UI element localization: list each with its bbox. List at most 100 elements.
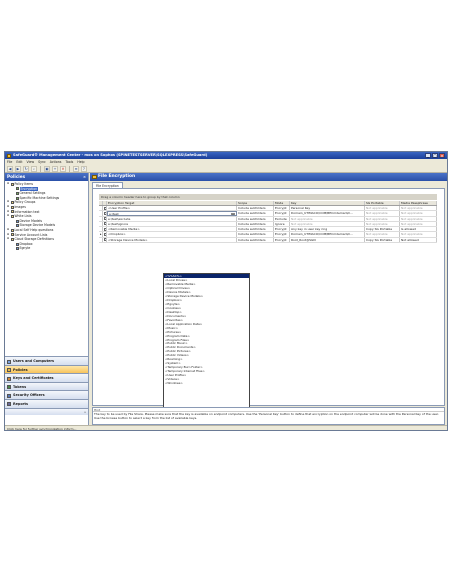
title-bar: SafeGuard® Management Center - mos on So… (5, 152, 447, 159)
left-panel-header: Policies × (5, 173, 88, 181)
cell-key[interactable]: Domain_UTIMACO\COM\BECmdeman\D... (290, 211, 365, 216)
cell-scope[interactable]: Include subfolders (237, 221, 274, 227)
cell-mode[interactable]: Exclude (274, 216, 290, 221)
add-icon[interactable]: + (52, 166, 58, 172)
cell-key[interactable]: Any key in user key ring (290, 227, 365, 232)
cell-key[interactable]: Domain_UTIMACO\COM\BECmdeman\D... (290, 232, 365, 237)
column-header[interactable]: Scope (237, 201, 274, 205)
cell-sg-portable[interactable]: Not applicable (365, 221, 400, 227)
cell-media-passphrase[interactable]: Not applicable (400, 221, 437, 227)
cell-scope[interactable]: Include subfolders (237, 206, 274, 211)
column-header[interactable]: Mode (274, 201, 290, 205)
cell-scope-text: Include subfolders (238, 237, 266, 242)
cell-scope-text: Include subfolders (238, 232, 266, 237)
column-header[interactable]: Key (290, 201, 365, 205)
cell-sg-portable[interactable]: Not applicable (365, 206, 400, 211)
content-panel: File Encryption File Encryption Drag a c… (90, 173, 447, 427)
device-icon (15, 219, 19, 223)
cell-key-text: Not applicable (291, 221, 313, 226)
cell-sg-portable-text: Not applicable (366, 211, 388, 216)
minimize-button[interactable]: _ (425, 153, 431, 158)
cell-media-passphrase[interactable]: Not applicable (400, 206, 437, 211)
encryption-target-text: e:\test (109, 212, 119, 216)
cell-media-passphrase[interactable]: Not applicable (400, 216, 437, 221)
cell-scope[interactable]: Include subfolders (237, 211, 274, 216)
cell-key[interactable]: Not applicable (290, 216, 365, 221)
nav-section-reports[interactable]: Reports (5, 398, 88, 408)
chevron-down-icon[interactable]: » (84, 409, 86, 415)
close-button[interactable]: × (439, 153, 445, 158)
maximize-button[interactable]: □ (432, 153, 438, 158)
folder-icon (10, 182, 14, 186)
cell-mode[interactable]: Encrypt (274, 227, 290, 232)
cell-encryption-target[interactable]: e:\test ▼ (107, 211, 237, 216)
cell-sg-portable-text: Copy SG Portable (366, 227, 393, 232)
hint-text: The key to be used by File Share. Please… (94, 412, 439, 420)
cell-sg-portable[interactable]: Not applicable (365, 232, 400, 237)
cell-media-passphrase[interactable]: Not allowed (400, 237, 437, 243)
back-icon[interactable]: ◀ (7, 166, 13, 172)
cell-scope[interactable]: Include subfolders (237, 232, 274, 237)
refresh-icon[interactable]: ↻ (23, 166, 29, 172)
cell-key[interactable]: Not applicable (290, 221, 365, 227)
hint-panel: Hint The key to be used by File Share. P… (92, 407, 445, 425)
cell-scope-text: Include subfolders (238, 206, 266, 210)
cell-media-passphrase[interactable]: Is allowed (400, 227, 437, 232)
cell-encryption-target[interactable]: <Dropbox> (107, 232, 237, 237)
nav-section-policies[interactable]: Policies (5, 364, 88, 374)
nav-section-label: Keys and Certificates (13, 376, 54, 381)
column-header[interactable]: SG Portable (365, 201, 400, 205)
tree-item[interactable]: Egnyte (5, 246, 88, 251)
properties-icon[interactable]: ≡ (73, 166, 79, 172)
cell-encryption-target[interactable]: e:\test\ignore (107, 221, 237, 227)
cell-media-passphrase[interactable]: Not applicable (400, 211, 437, 216)
nav-section-tokens[interactable]: Tokens (5, 381, 88, 391)
help-icon[interactable]: ? (81, 166, 87, 172)
cell-encryption-target[interactable]: <User Profile> (107, 206, 237, 211)
cell-mode[interactable]: Encrypt (274, 237, 290, 243)
dropdown-option[interactable]: <Windows> (164, 381, 249, 385)
cell-scope[interactable]: Include subfolders (237, 237, 274, 243)
delete-icon[interactable]: ✕ (60, 166, 66, 172)
save-icon[interactable]: ▣ (44, 166, 50, 172)
search-icon[interactable]: ⌕ (31, 166, 37, 172)
cell-encryption-target[interactable]: e:\test\exclude (107, 216, 237, 221)
column-header[interactable]: Encryption Target (107, 201, 237, 205)
column-header[interactable]: Media Passphrase (400, 201, 437, 205)
cell-sg-portable[interactable]: Not applicable (365, 216, 400, 221)
forward-icon[interactable]: ▶ (15, 166, 21, 172)
cell-sg-portable-text: Copy SG Portable (366, 237, 393, 242)
encryption-target-text: e:\test\exclude (108, 216, 131, 221)
cell-encryption-target[interactable]: <Storage Device Models> (107, 237, 237, 243)
cell-mode[interactable]: Encrypt (274, 232, 290, 237)
status-bar[interactable]: Click here for further synchronization i… (5, 425, 447, 430)
cell-mode[interactable]: Ignore (274, 221, 290, 227)
chevron-down-icon[interactable]: ▼ (231, 212, 235, 215)
content-header: File Encryption (90, 173, 447, 181)
encryption-target-text: <Dropbox> (108, 232, 126, 237)
cell-scope[interactable]: Include subfolders (237, 216, 274, 221)
encryption-target-dropdown-list[interactable]: <%%SC%> <Local Drives> <Removable Media> <O… (163, 273, 250, 427)
cell-media-passphrase-text: Not applicable (401, 211, 423, 216)
cell-mode[interactable]: Encrypt (274, 206, 290, 211)
nav-section-keys-and-certificates[interactable]: Keys and Certificates (5, 373, 88, 382)
cell-sg-portable[interactable]: Copy SG Portable (365, 227, 400, 232)
nav-section-users-and-computers[interactable]: Users and Computers (5, 356, 88, 365)
cell-media-passphrase[interactable]: Not applicable (400, 232, 437, 237)
cell-sg-portable[interactable]: Copy SG Portable (365, 237, 400, 243)
cell-key[interactable]: Root_Root@SGN (290, 237, 365, 243)
cell-key[interactable]: Personal Key (290, 206, 365, 211)
encryption-target-text: e:\test\ignore (108, 221, 129, 226)
cell-encryption-target[interactable]: <Removable Media> (107, 227, 237, 232)
app-icon (7, 153, 11, 158)
table-row[interactable]: <Storage Device Models> Include subfolder… (99, 237, 437, 244)
toolbar: ◀ ▶ ↻ ⌕ ▣ + ✕ ≡? (5, 165, 447, 173)
close-icon[interactable]: × (83, 173, 86, 181)
nav-section-security-officers[interactable]: Security Officers (5, 390, 88, 399)
cell-sg-portable[interactable]: Not applicable (365, 211, 400, 216)
cell-mode[interactable]: Encrypt (274, 211, 290, 216)
cell-media-passphrase-text: Not applicable (401, 221, 423, 226)
cell-mode-text: Exclude (275, 216, 287, 221)
cell-scope[interactable]: Include subfolders (237, 227, 274, 232)
group-by-hint[interactable]: Drag a column header here to group by th… (99, 194, 437, 200)
